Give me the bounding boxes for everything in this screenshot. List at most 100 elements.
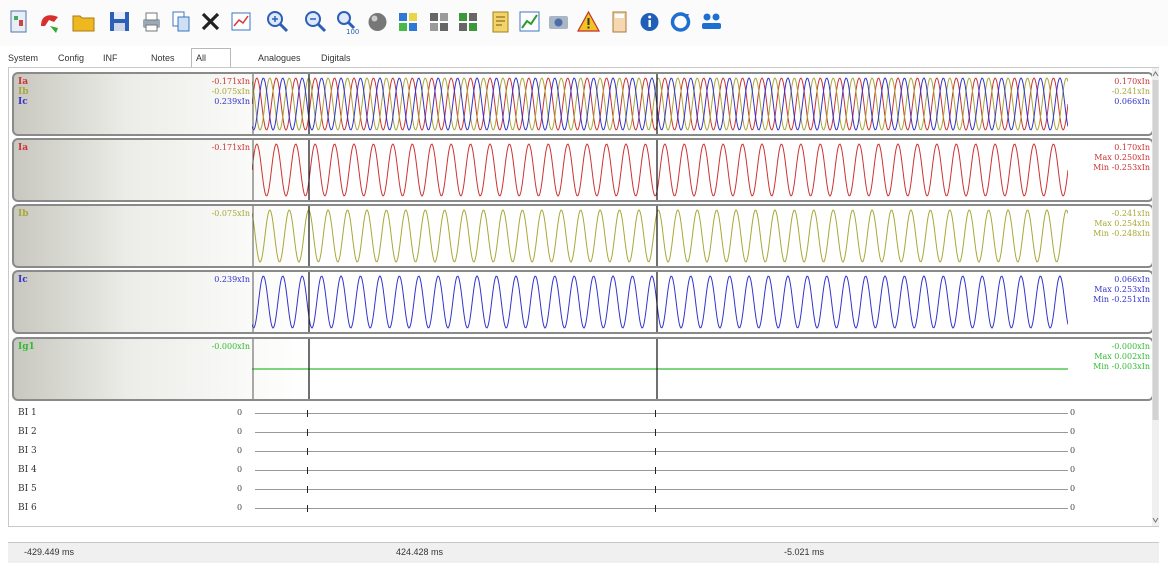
binary-input-label: BI 6	[18, 503, 37, 513]
binary-input-label: BI 2	[18, 427, 37, 437]
binary-input-trace	[255, 410, 1068, 417]
right-value-ig1: -0.000xIn	[1111, 342, 1150, 351]
combined-waveform	[252, 74, 1068, 134]
tab-analogues[interactable]: Analogues	[258, 50, 301, 67]
binary-input-row[interactable]: BI 1 0 0	[12, 404, 1154, 423]
summary-icon[interactable]	[5, 8, 32, 36]
binary-input-left-value: 0	[237, 427, 243, 436]
tab-inf[interactable]: INF	[103, 50, 118, 67]
calculator-icon[interactable]	[606, 8, 633, 36]
inst-value-ia: -0.171xIn	[211, 77, 250, 86]
camera-icon[interactable]	[545, 8, 572, 36]
zoom-100-icon[interactable]: 100	[333, 8, 360, 36]
zoom-in-icon[interactable]	[264, 8, 291, 36]
svg-text:100: 100	[346, 28, 359, 36]
refresh-icon[interactable]	[667, 8, 694, 36]
inst-value-ic: 0.239xIn	[214, 97, 250, 106]
chan-label-ic: Ic	[18, 275, 28, 285]
binary-input-right-value: 0	[1070, 503, 1076, 512]
layout-icon[interactable]	[426, 8, 453, 36]
cursor-tick-1	[307, 410, 308, 417]
ia-waveform	[252, 140, 1068, 200]
cursor-tick-1	[307, 467, 308, 474]
panel-ia[interactable]: Ia -0.171xIn 0.170xIn Max 0.250xIn Min -…	[12, 138, 1154, 202]
sphere-icon[interactable]	[364, 8, 391, 36]
layout2-icon[interactable]	[455, 8, 482, 36]
inst-value-ic: 0.239xIn	[214, 275, 250, 284]
print-icon[interactable]	[138, 8, 165, 36]
binary-input-label: BI 5	[18, 484, 37, 494]
binary-input-label: BI 4	[18, 465, 37, 475]
max-value-ib: Max 0.254xIn	[1094, 219, 1150, 228]
cursor1-time: -429.449 ms	[24, 547, 75, 557]
cursor-tick-1	[307, 486, 308, 493]
binary-input-left-value: 0	[237, 484, 243, 493]
warning-icon[interactable]	[575, 8, 602, 36]
binary-input-row[interactable]: BI 5 0 0	[12, 480, 1154, 499]
grid-icon[interactable]	[395, 8, 422, 36]
panel-combined[interactable]: Ia Ib Ic -0.171xIn -0.075xIn 0.239xIn 0.…	[12, 72, 1154, 136]
binary-input-right-value: 0	[1070, 484, 1076, 493]
zoom-out-icon[interactable]	[302, 8, 329, 36]
save-icon[interactable]	[106, 8, 133, 36]
binary-input-trace	[255, 505, 1068, 512]
close-icon[interactable]	[197, 8, 224, 36]
binary-input-row[interactable]: BI 6 0 0	[12, 499, 1154, 518]
min-value-ib: Min -0.248xIn	[1093, 229, 1150, 238]
binary-input-row[interactable]: BI 3 0 0	[12, 442, 1154, 461]
ic-waveform	[252, 272, 1068, 332]
binary-input-row[interactable]: BI 2 0 0	[12, 423, 1154, 442]
binary-input-left-value: 0	[237, 503, 243, 512]
folder-icon[interactable]	[70, 8, 97, 36]
cursor2-time: 424.428 ms	[396, 547, 444, 557]
chan-label-ib: Ib	[18, 87, 29, 97]
cursor-tick-2	[655, 467, 656, 474]
ig1-waveform	[252, 339, 1068, 399]
panel-ig1[interactable]: Ig1 -0.000xIn -0.000xIn Max 0.002xIn Min…	[12, 337, 1154, 401]
vertical-scrollbar[interactable]	[1152, 68, 1159, 526]
cursor-tick-1	[307, 429, 308, 436]
binary-input-row[interactable]: BI 4 0 0	[12, 461, 1154, 480]
open-phone-icon[interactable]	[36, 8, 63, 36]
toolbar: 100	[0, 0, 1168, 46]
chan-label-ia: Ia	[18, 143, 29, 153]
info-icon[interactable]	[636, 8, 663, 36]
inst-value-ig1: -0.000xIn	[211, 342, 250, 351]
inst-value-ib: -0.075xIn	[211, 209, 250, 218]
tab-notes[interactable]: Notes	[151, 50, 175, 67]
tab-system[interactable]: System	[8, 50, 38, 67]
report-icon[interactable]	[487, 8, 514, 36]
min-value-ig1: Min -0.003xIn	[1093, 362, 1150, 371]
cursor-tick-2	[655, 486, 656, 493]
chan-label-ic: Ic	[18, 97, 28, 107]
ib-waveform	[252, 206, 1068, 266]
binary-input-trace	[255, 467, 1068, 474]
copy-icon[interactable]	[168, 8, 195, 36]
status-bar: -429.449 ms 424.428 ms -5.021 ms	[8, 542, 1159, 563]
max-value-ig1: Max 0.002xIn	[1094, 352, 1150, 361]
binary-input-right-value: 0	[1070, 465, 1076, 474]
tab-config[interactable]: Config	[58, 50, 84, 67]
cursor-tick-1	[307, 505, 308, 512]
signal-area: Ia Ib Ic -0.171xIn -0.075xIn 0.239xIn 0.…	[8, 67, 1159, 527]
cursor-tick-1	[307, 448, 308, 455]
scrollbar-arrows	[1152, 71, 1159, 523]
binary-input-left-value: 0	[237, 465, 243, 474]
chart-icon[interactable]	[516, 8, 543, 36]
binary-input-left-value: 0	[237, 446, 243, 455]
chan-label-ia: Ia	[18, 77, 29, 87]
max-value-ia: Max 0.250xIn	[1094, 153, 1150, 162]
ic-trace	[252, 275, 1068, 329]
panel-ib[interactable]: Ib -0.075xIn -0.241xIn Max 0.254xIn Min …	[12, 204, 1154, 268]
users-icon[interactable]	[698, 8, 725, 36]
binary-input-trace	[255, 486, 1068, 493]
tab-digitals[interactable]: Digitals	[321, 50, 351, 67]
binary-input-left-value: 0	[237, 408, 243, 417]
max-value-ic: Max 0.253xIn	[1094, 285, 1150, 294]
tab-all-signals[interactable]: All Signals	[191, 48, 231, 81]
edit-chart-icon[interactable]	[228, 8, 255, 36]
binary-input-trace	[255, 448, 1068, 455]
panel-ic[interactable]: Ic 0.239xIn 0.066xIn Max 0.253xIn Min -0…	[12, 270, 1154, 334]
delta-time: -5.021 ms	[784, 547, 825, 557]
right-value-ic: 0.066xIn	[1114, 97, 1150, 106]
